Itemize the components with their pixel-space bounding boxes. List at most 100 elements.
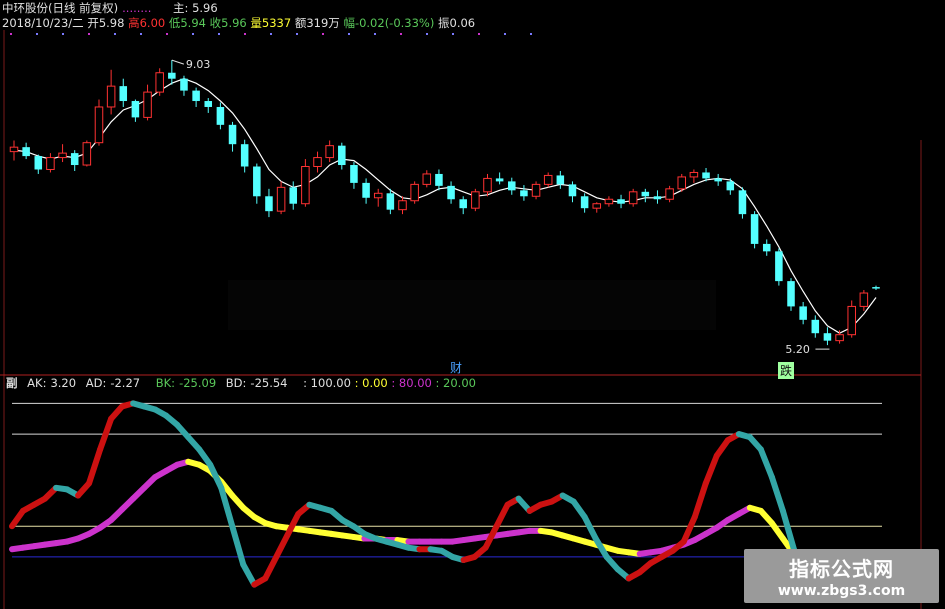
line3-label: : 80.00	[391, 376, 432, 390]
header-dot	[504, 33, 506, 35]
volume-label: 量	[250, 16, 262, 30]
chart-title: 中环股份(日线 前复权)	[2, 1, 119, 15]
line2-label: : 0.00	[354, 376, 388, 390]
amplitude-label: 振	[438, 16, 450, 30]
header-dot	[62, 33, 64, 35]
ak-value: 3.20	[50, 376, 77, 390]
candle-up	[471, 191, 480, 209]
ad-label: AD:	[85, 376, 107, 390]
ak-line-segment	[273, 532, 291, 560]
header-dot	[400, 33, 402, 35]
candle-up	[276, 186, 286, 212]
date-label: 2018/10/23/二	[2, 16, 84, 30]
candle-down	[617, 199, 625, 204]
header-dot	[10, 33, 12, 35]
ak-line-segment	[702, 452, 720, 487]
candle-down	[459, 199, 467, 209]
ak-line-segment	[768, 474, 786, 514]
candle-up	[313, 157, 322, 168]
candle-down	[386, 193, 395, 210]
candle-down	[702, 172, 710, 179]
marker-die: 跌	[778, 362, 795, 379]
candle-up	[847, 305, 856, 336]
ad-value: -2.27	[110, 376, 141, 390]
high-label: 高	[128, 16, 140, 30]
candle-down	[180, 78, 188, 91]
candle-up	[398, 200, 407, 211]
bk-label: BK:	[155, 376, 176, 390]
amount-label: 额	[294, 16, 307, 30]
candle-up	[155, 72, 164, 93]
candle-down	[726, 181, 735, 191]
candle-down	[228, 124, 237, 145]
candle-down	[641, 191, 650, 197]
header-dot	[140, 33, 142, 35]
candle-down	[508, 181, 516, 191]
change-label: 幅	[343, 16, 355, 30]
candle-down	[520, 190, 528, 197]
candle-up	[106, 85, 116, 108]
candle-up	[665, 188, 674, 200]
candle-down	[738, 190, 747, 215]
candle-up	[325, 145, 334, 159]
open-value: 5.98	[98, 16, 125, 30]
header-dot	[322, 33, 324, 35]
ak-line-segment	[493, 501, 511, 530]
header-dot	[374, 33, 376, 35]
close-label: 收	[209, 16, 222, 30]
candle-up	[58, 152, 67, 159]
candle-up	[422, 173, 432, 185]
header-dot	[348, 33, 350, 35]
ak-line-segment	[229, 523, 247, 568]
header-dot	[192, 33, 194, 35]
candle-up	[689, 171, 699, 178]
redacted-block-middle	[228, 280, 716, 330]
candle-up	[143, 91, 152, 118]
candle-down	[119, 86, 128, 102]
header-dot	[88, 33, 90, 35]
candle-up	[410, 183, 419, 202]
max-arrow	[171, 59, 184, 65]
bd-label: BD:	[225, 376, 247, 390]
candle-up	[483, 177, 492, 193]
candle-up	[9, 146, 19, 153]
volume-value: 5337	[261, 16, 292, 30]
candle-up	[543, 174, 553, 185]
marker-cai: 财	[450, 361, 463, 375]
line1-label: : 100.00	[303, 376, 351, 390]
candle-down	[799, 306, 807, 320]
redacted-block-top-right	[536, 0, 945, 140]
candle-down	[495, 178, 504, 182]
line4-label: : 20.00	[435, 376, 476, 390]
open-label: 开	[87, 16, 99, 30]
min-price-label: 5.20	[785, 343, 810, 356]
max-price-label: 9.03	[186, 58, 211, 71]
main-value: : 5.96	[184, 1, 218, 15]
candle-down	[787, 281, 795, 307]
header-row-2: 2018/10/23/二 开5.98 高6.00 低5.94 收5.96 量53…	[2, 17, 475, 30]
candle-down	[568, 184, 577, 197]
header-dot	[244, 33, 246, 35]
candle-down	[823, 333, 832, 341]
candle-up	[628, 191, 638, 205]
candle-up	[859, 292, 869, 307]
candle-down	[338, 145, 346, 166]
candle-up	[531, 183, 541, 197]
candle-down	[253, 166, 261, 197]
candle-down	[22, 147, 30, 157]
main-label: 主	[173, 1, 185, 15]
ak-line-segment	[86, 446, 104, 487]
header-dot	[166, 33, 168, 35]
amount-value: 319万	[306, 16, 340, 30]
watermark-title: 指标公式网	[789, 557, 894, 581]
candle-down	[653, 196, 662, 200]
ak-line-segment	[262, 553, 280, 582]
sub-header: 副 AK: 3.20 AD: -2.27 BK: -25.09 BD: -25.54 :…	[6, 377, 476, 390]
amplitude-value: 0.06	[449, 16, 476, 30]
candle-down	[435, 173, 443, 186]
header-dot	[296, 33, 298, 35]
header-dot	[426, 33, 428, 35]
watermark-url: www.zbgs3.com	[777, 583, 906, 599]
candle-down	[447, 185, 455, 200]
candle-down	[872, 287, 880, 289]
